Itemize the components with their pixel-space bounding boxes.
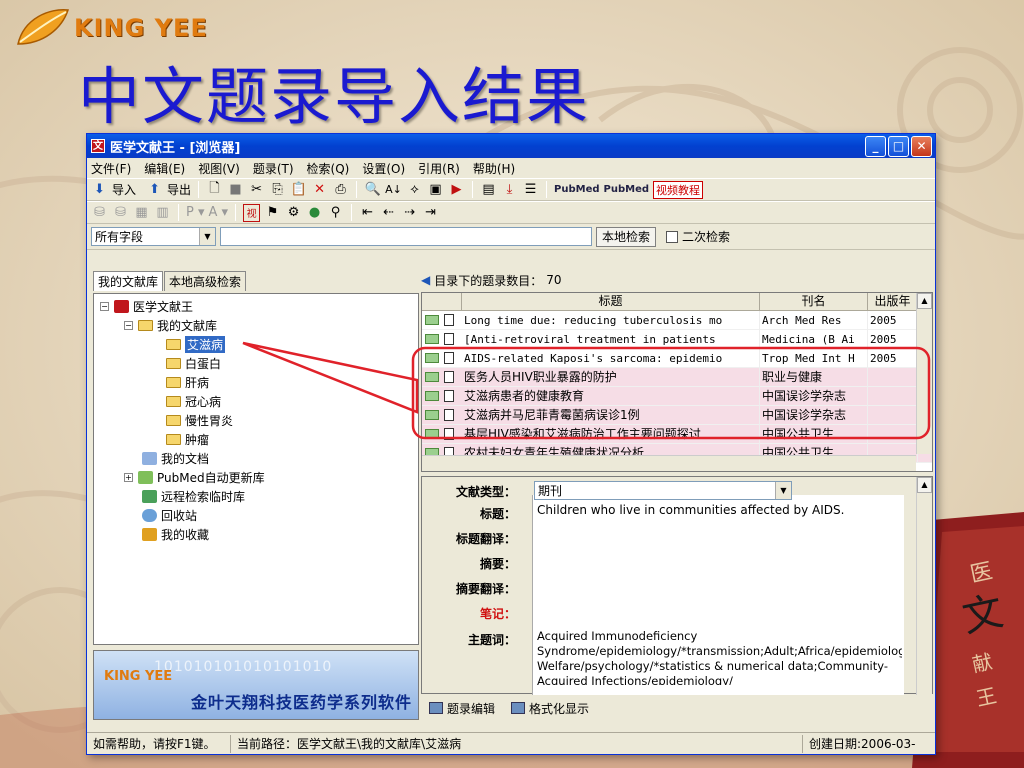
callout-arrow [242,341,419,414]
